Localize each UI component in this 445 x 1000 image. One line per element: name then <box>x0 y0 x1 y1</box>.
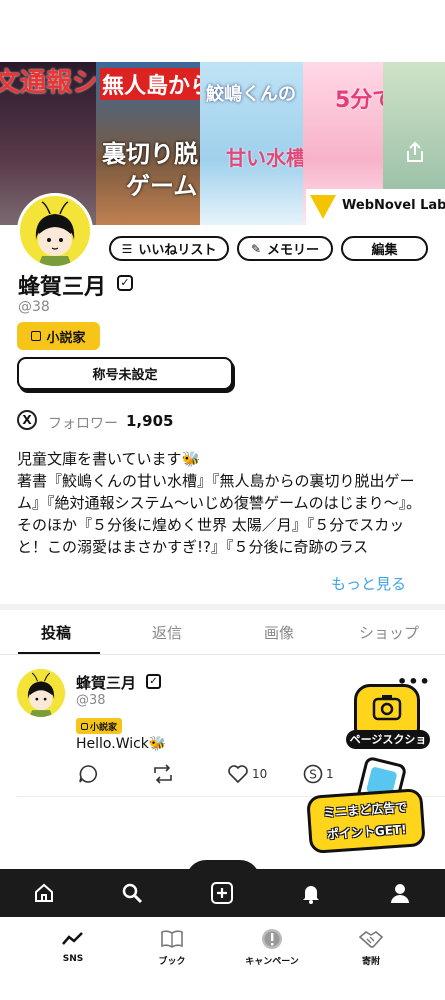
app-nav-bar <box>0 869 445 917</box>
edit-label: 編集 <box>371 243 398 258</box>
bee-character-icon <box>17 669 65 717</box>
trend-icon <box>62 932 83 945</box>
bottom-nav-label: キャンペーン <box>245 957 299 967</box>
webnovel-labo-logo: WebNovel Labo <box>306 189 445 225</box>
labo-mark-icon <box>310 195 336 219</box>
book-cover-title: 無人島からの <box>100 68 200 100</box>
edit-profile-button[interactable]: 編集 <box>341 236 428 261</box>
repost-button[interactable] <box>152 764 174 784</box>
like-list-label: いいねリスト <box>138 243 217 258</box>
campaign-icon <box>262 929 282 949</box>
book-cover-title: 5分で <box>335 88 383 113</box>
display-name: 蜂賀三月 <box>18 275 107 300</box>
follower-label[interactable]: フォロワー <box>48 413 118 433</box>
x-icon[interactable]: X <box>17 410 37 430</box>
book-cover-2[interactable]: 無人島からの 裏切り脱出 ゲーム <box>96 62 200 225</box>
handshake-icon <box>358 931 384 948</box>
novelist-badge: 小説家 <box>17 322 100 350</box>
profile-bio: 児童文庫を書いています🐝 著書『鮫嶋くんの甘い水槽』『無人島からの裏切り脱出ゲー… <box>17 450 422 556</box>
bottom-nav-label: SNS <box>62 954 84 964</box>
follower-count[interactable]: 1,905 <box>126 412 173 430</box>
like-button[interactable]: 10 <box>227 764 267 784</box>
bottom-nav-sns[interactable]: SNS <box>43 928 103 964</box>
heart-icon <box>228 765 248 784</box>
verified-icon: ✓ <box>146 674 161 689</box>
profile-icon[interactable] <box>388 881 412 905</box>
create-post-icon[interactable] <box>210 881 234 905</box>
book-icon <box>31 331 42 341</box>
ad-label: ミニまど広告で ポイントGET! <box>306 788 426 854</box>
bottom-nav-campaign[interactable]: キャンペーン <box>242 928 302 967</box>
badge-label: 小説家 <box>46 330 86 346</box>
title-button-label: 称号未設定 <box>92 368 158 383</box>
bottom-nav-donate[interactable]: 寄附 <box>341 928 401 967</box>
like-list-button[interactable]: ☰ いいねリスト <box>109 236 229 261</box>
home-icon[interactable] <box>32 881 56 905</box>
book-icon <box>80 722 88 730</box>
bottom-nav-book[interactable]: ブック <box>142 928 202 967</box>
book-cover-3[interactable]: 鮫嶋くんの 甘い水槽 <box>200 62 303 225</box>
tabs-divider <box>0 654 445 655</box>
bell-icon[interactable] <box>299 881 323 905</box>
book-cover-title: 鮫嶋くんの <box>206 84 296 105</box>
edit-note-icon: ✎ <box>250 241 262 256</box>
search-icon[interactable] <box>120 881 144 905</box>
mini-ad-widget[interactable]: ミニまど広告で ポイントGET! <box>306 755 426 856</box>
share-icon[interactable] <box>405 141 425 163</box>
verified-icon: ✓ <box>117 275 133 291</box>
novelist-badge: 小説家 <box>76 718 122 734</box>
brand-label: WebNovel Labo <box>342 198 445 213</box>
bottom-nav-label: ブック <box>158 957 186 967</box>
book-cover-title: 裏切り脱出 <box>102 140 200 168</box>
comment-icon <box>79 765 97 783</box>
tab-posts[interactable]: 投稿 <box>41 622 71 643</box>
bee-character-icon <box>20 196 90 266</box>
book-cover-title: 甘い水槽 <box>226 146 303 170</box>
tab-images[interactable]: 画像 <box>264 622 294 643</box>
repost-icon <box>154 764 172 784</box>
list-icon: ☰ <box>121 241 133 256</box>
memory-label: メモリー <box>267 243 320 258</box>
memory-button[interactable]: ✎ メモリー <box>237 236 333 261</box>
badge-label: 小説家 <box>89 722 117 733</box>
page-screenshot-button[interactable]: ページスクショ <box>346 684 430 764</box>
like-count: 10 <box>252 767 268 781</box>
section-divider <box>0 604 445 610</box>
user-handle: @38 <box>18 299 50 315</box>
reply-button[interactable] <box>78 764 98 784</box>
tab-replies[interactable]: 返信 <box>152 622 182 643</box>
post-author-handle: @38 <box>76 693 106 708</box>
title-button[interactable]: 称号未設定 <box>17 357 233 390</box>
post-author-name[interactable]: 蜂賀三月 <box>76 672 136 693</box>
book-cover-title: ゲーム <box>126 172 198 200</box>
profile-avatar[interactable] <box>17 193 93 269</box>
post-text: Hello.Wick🐝 <box>76 736 167 752</box>
bottom-nav-label: 寄附 <box>361 957 380 967</box>
book-cover-title: 文通報システム <box>0 68 96 98</box>
show-more-link[interactable]: もっと見る <box>331 573 406 594</box>
post-avatar[interactable] <box>17 669 65 717</box>
tab-shop[interactable]: ショップ <box>359 622 419 643</box>
book-icon <box>161 930 183 948</box>
screenshot-label: ページスクショ <box>346 730 430 749</box>
